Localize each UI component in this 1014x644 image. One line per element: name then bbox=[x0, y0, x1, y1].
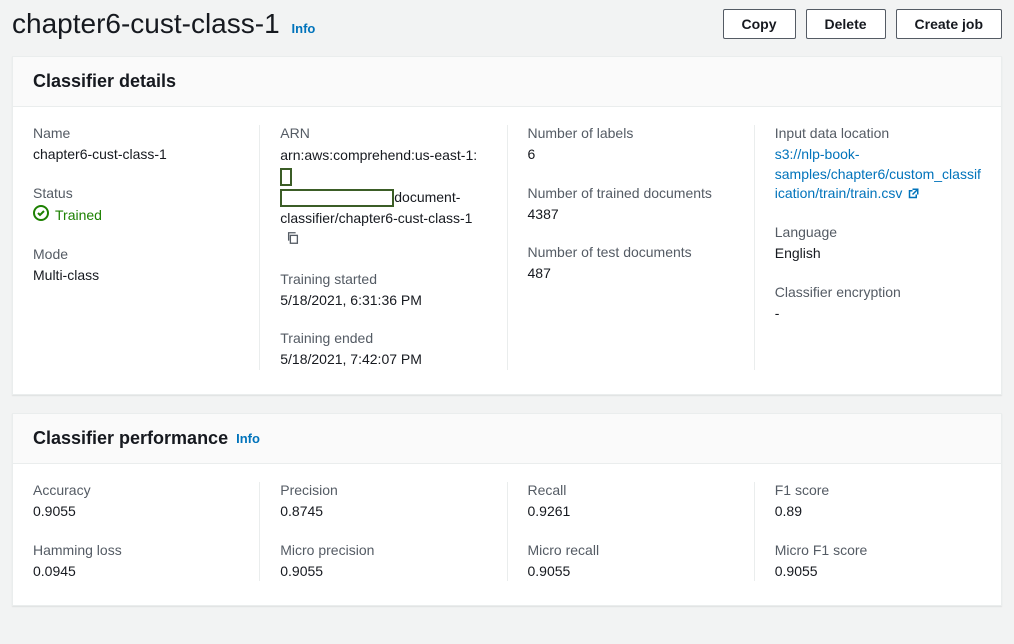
classifier-details-body: Name chapter6-cust-class-1 Status Traine… bbox=[13, 107, 1001, 394]
kv-micro-precision: Micro precision 0.9055 bbox=[280, 542, 486, 582]
encryption-value: - bbox=[775, 304, 981, 324]
language-label: Language bbox=[775, 224, 981, 240]
hamming-label: Hamming loss bbox=[33, 542, 239, 558]
create-job-button[interactable]: Create job bbox=[896, 9, 1002, 39]
arn-label: ARN bbox=[280, 125, 486, 141]
kv-accuracy: Accuracy 0.9055 bbox=[33, 482, 239, 522]
micro-recall-value: 0.9055 bbox=[528, 562, 734, 582]
micro-recall-label: Micro recall bbox=[528, 542, 734, 558]
precision-label: Precision bbox=[280, 482, 486, 498]
encryption-label: Classifier encryption bbox=[775, 284, 981, 300]
perf-col-1: Accuracy 0.9055 Hamming loss 0.0945 bbox=[33, 482, 260, 581]
kv-num-trained: Number of trained documents 4387 bbox=[528, 185, 734, 225]
kv-name: Name chapter6-cust-class-1 bbox=[33, 125, 239, 165]
kv-num-test: Number of test documents 487 bbox=[528, 244, 734, 284]
copy-icon[interactable] bbox=[286, 230, 300, 251]
copy-button[interactable]: Copy bbox=[723, 9, 796, 39]
num-trained-value: 4387 bbox=[528, 205, 734, 225]
precision-value: 0.8745 bbox=[280, 502, 486, 522]
training-started-label: Training started bbox=[280, 271, 486, 287]
external-link-icon bbox=[908, 185, 920, 205]
kv-micro-recall: Micro recall 0.9055 bbox=[528, 542, 734, 582]
details-col-2: ARN arn:aws:comprehend:us-east-1: docume… bbox=[280, 125, 507, 370]
num-labels-value: 6 bbox=[528, 145, 734, 165]
kv-training-started: Training started 5/18/2021, 6:31:36 PM bbox=[280, 271, 486, 311]
classifier-details-header: Classifier details bbox=[13, 57, 1001, 107]
delete-button[interactable]: Delete bbox=[806, 9, 886, 39]
mode-label: Mode bbox=[33, 246, 239, 262]
page-header: chapter6-cust-class-1 Info Copy Delete C… bbox=[0, 0, 1014, 56]
training-started-value: 5/18/2021, 6:31:36 PM bbox=[280, 291, 486, 311]
page-title: chapter6-cust-class-1 bbox=[12, 8, 280, 39]
micro-precision-value: 0.9055 bbox=[280, 562, 486, 582]
micro-f1-label: Micro F1 score bbox=[775, 542, 981, 558]
perf-col-4: F1 score 0.89 Micro F1 score 0.9055 bbox=[775, 482, 981, 581]
training-ended-label: Training ended bbox=[280, 330, 486, 346]
training-ended-value: 5/18/2021, 7:42:07 PM bbox=[280, 350, 486, 370]
kv-status: Status Trained bbox=[33, 185, 239, 227]
check-circle-icon bbox=[33, 205, 49, 227]
num-test-label: Number of test documents bbox=[528, 244, 734, 260]
kv-input-loc: Input data location s3://nlp-book-sample… bbox=[775, 125, 981, 204]
classifier-performance-panel: Classifier performance Info Accuracy 0.9… bbox=[12, 413, 1002, 606]
classifier-details-panel: Classifier details Name chapter6-cust-cl… bbox=[12, 56, 1002, 395]
micro-f1-value: 0.9055 bbox=[775, 562, 981, 582]
hamming-value: 0.0945 bbox=[33, 562, 239, 582]
info-link[interactable]: Info bbox=[292, 21, 316, 36]
micro-precision-label: Micro precision bbox=[280, 542, 486, 558]
perf-col-2: Precision 0.8745 Micro precision 0.9055 bbox=[280, 482, 507, 581]
recall-value: 0.9261 bbox=[528, 502, 734, 522]
header-actions: Copy Delete Create job bbox=[723, 9, 1003, 39]
kv-f1: F1 score 0.89 bbox=[775, 482, 981, 522]
f1-value: 0.89 bbox=[775, 502, 981, 522]
num-test-value: 487 bbox=[528, 264, 734, 284]
classifier-performance-header: Classifier performance Info bbox=[13, 414, 1001, 464]
f1-label: F1 score bbox=[775, 482, 981, 498]
perf-col-3: Recall 0.9261 Micro recall 0.9055 bbox=[528, 482, 755, 581]
classifier-performance-body: Accuracy 0.9055 Hamming loss 0.0945 Prec… bbox=[13, 464, 1001, 605]
redacted-box bbox=[280, 189, 394, 207]
arn-value: arn:aws:comprehend:us-east-1: document-c… bbox=[280, 145, 486, 251]
info-link[interactable]: Info bbox=[236, 431, 260, 446]
details-col-4: Input data location s3://nlp-book-sample… bbox=[775, 125, 981, 370]
details-col-3: Number of labels 6 Number of trained doc… bbox=[528, 125, 755, 370]
num-labels-label: Number of labels bbox=[528, 125, 734, 141]
kv-num-labels: Number of labels 6 bbox=[528, 125, 734, 165]
kv-hamming: Hamming loss 0.0945 bbox=[33, 542, 239, 582]
page-title-wrap: chapter6-cust-class-1 Info bbox=[12, 8, 315, 40]
recall-label: Recall bbox=[528, 482, 734, 498]
kv-language: Language English bbox=[775, 224, 981, 264]
status-label: Status bbox=[33, 185, 239, 201]
language-value: English bbox=[775, 244, 981, 264]
kv-encryption: Classifier encryption - bbox=[775, 284, 981, 324]
name-label: Name bbox=[33, 125, 239, 141]
arn-part1: arn:aws:comprehend:us-east-1: bbox=[280, 147, 477, 163]
num-trained-label: Number of trained documents bbox=[528, 185, 734, 201]
input-loc-link[interactable]: s3://nlp-book-samples/chapter6/custom_cl… bbox=[775, 146, 981, 201]
kv-mode: Mode Multi-class bbox=[33, 246, 239, 286]
kv-recall: Recall 0.9261 bbox=[528, 482, 734, 522]
kv-arn: ARN arn:aws:comprehend:us-east-1: docume… bbox=[280, 125, 486, 251]
input-loc-value: s3://nlp-book-samples/chapter6/custom_cl… bbox=[775, 145, 981, 204]
kv-precision: Precision 0.8745 bbox=[280, 482, 486, 522]
accuracy-label: Accuracy bbox=[33, 482, 239, 498]
classifier-details-title: Classifier details bbox=[33, 71, 176, 92]
kv-micro-f1: Micro F1 score 0.9055 bbox=[775, 542, 981, 582]
classifier-performance-title: Classifier performance bbox=[33, 428, 228, 449]
redacted-box bbox=[280, 168, 292, 186]
kv-training-ended: Training ended 5/18/2021, 7:42:07 PM bbox=[280, 330, 486, 370]
name-value: chapter6-cust-class-1 bbox=[33, 145, 239, 165]
input-loc-label: Input data location bbox=[775, 125, 981, 141]
details-col-1: Name chapter6-cust-class-1 Status Traine… bbox=[33, 125, 260, 370]
status-text: Trained bbox=[55, 206, 102, 226]
accuracy-value: 0.9055 bbox=[33, 502, 239, 522]
mode-value: Multi-class bbox=[33, 266, 239, 286]
status-value: Trained bbox=[33, 205, 239, 227]
